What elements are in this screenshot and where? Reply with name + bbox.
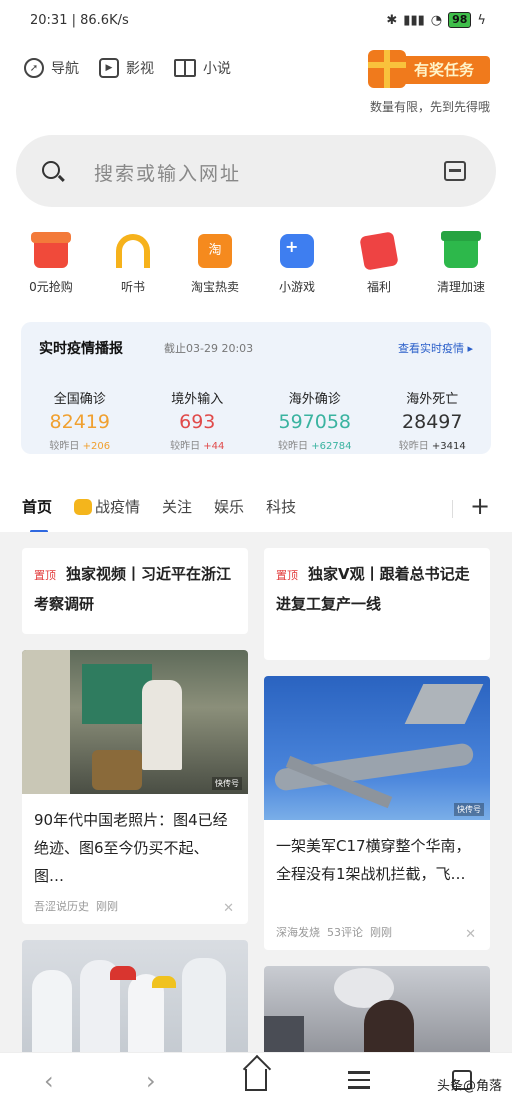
quick-item-welfare[interactable]: 福利: [338, 231, 420, 295]
tab-entertainment[interactable]: 娱乐: [214, 496, 244, 517]
scan-icon[interactable]: [444, 161, 466, 181]
menu-icon[interactable]: [348, 1071, 370, 1089]
hd-signal-icon: ▮▮▮: [403, 12, 425, 28]
watermark-brand: 头条@角落: [436, 1079, 502, 1094]
nav-video[interactable]: ▶ 影视: [99, 58, 154, 78]
channel-tabs: 首页 战疫情 关注 娱乐 科技: [22, 496, 296, 533]
add-channel-icon[interactable]: +: [470, 492, 490, 520]
stat-national-confirmed: 全国确诊 82419 较昨日 +206: [49, 392, 111, 452]
news-feed: 置顶 独家视频丨习近平在浙江考察调研 置顶 独家V观丨跟着总书记走进复工复产一线 快…: [0, 532, 512, 1052]
reward-task-button[interactable]: 有奖任务: [368, 50, 490, 88]
gift-icon: [368, 50, 406, 88]
card-meta: 深海发烧 53评论 刚刚: [276, 926, 392, 939]
pinned-badge: 置顶: [34, 569, 56, 582]
feed-card[interactable]: [264, 966, 490, 1052]
reward-subtitle: 数量有限，先到先得哦: [369, 100, 490, 114]
wifi-icon: ◔: [430, 12, 443, 28]
home-icon[interactable]: [245, 1069, 267, 1091]
book-icon: [174, 59, 196, 77]
tab-follow[interactable]: 关注: [162, 496, 192, 517]
battery-icon: 98: [448, 12, 472, 28]
feed-card[interactable]: 置顶 独家视频丨习近平在浙江考察调研: [22, 548, 248, 634]
top-nav: ➚ 导航 ▶ 影视 小说: [24, 58, 231, 78]
quick-item-cleanup[interactable]: 清理加速: [420, 231, 502, 295]
stat-overseas-confirmed: 海外确诊 597058 较昨日 +62784: [278, 392, 352, 452]
card-title: 90年代中国老照片：图4已经绝迹、图6至今仍买不起、图…: [34, 811, 228, 885]
back-button[interactable]: ‹: [44, 1067, 54, 1095]
bottom-toolbar: ‹ › 头条@角落: [0, 1052, 512, 1109]
search-bar[interactable]: 搜索或输入网址: [16, 135, 496, 207]
card-image: 快传号: [264, 676, 490, 820]
trash-icon: [441, 231, 481, 268]
quick-item-games[interactable]: 小游戏: [256, 234, 338, 295]
nav-guide[interactable]: ➚ 导航: [24, 58, 79, 78]
watermark: 快传号: [454, 803, 484, 816]
epidemic-more-link[interactable]: 查看实时疫情 ▸: [398, 340, 473, 356]
card-image: [264, 966, 490, 1052]
feed-card[interactable]: [22, 940, 248, 1052]
watermark: 快传号: [212, 777, 242, 790]
forward-button[interactable]: ›: [146, 1067, 156, 1095]
epidemic-card[interactable]: 实时疫情播报 截止03-29 20:03 查看实时疫情 ▸ 全国确诊 82419…: [21, 322, 491, 454]
close-icon[interactable]: ✕: [465, 927, 476, 942]
epidemic-date: 截止03-29 20:03: [164, 342, 254, 355]
status-bar: 20:31 | 86.6K/s ✱ ▮▮▮ ◔ 98 ϟ: [0, 0, 512, 42]
taobao-bag-icon: 淘: [198, 234, 232, 268]
feed-card[interactable]: 快传号 一架美军C17横穿整个华南，全程没有1架战机拦截，飞… 深海发烧 53评…: [264, 676, 490, 950]
card-meta: 吾涩说历史 刚刚: [34, 900, 118, 913]
card-title: 独家视频丨习近平在浙江考察调研: [34, 565, 232, 613]
shop-icon: [31, 232, 71, 268]
fist-icon: [74, 498, 93, 515]
tab-home[interactable]: 首页: [22, 496, 52, 533]
nav-novel[interactable]: 小说: [174, 58, 231, 78]
compass-icon: ➚: [24, 58, 44, 78]
card-image: 快传号: [22, 650, 248, 794]
feed-card[interactable]: 置顶 独家V观丨跟着总书记走进复工复产一线: [264, 548, 490, 660]
reward-label: 有奖任务: [398, 56, 490, 84]
card-title: 独家V观丨跟着总书记走进复工复产一线: [276, 565, 470, 613]
feed-card[interactable]: 快传号 90年代中国老照片：图4已经绝迹、图6至今仍买不起、图… 吾涩说历史 刚…: [22, 650, 248, 924]
card-image: [22, 940, 248, 1052]
quick-item-audiobook[interactable]: 听书: [92, 234, 174, 295]
status-time: 20:31 | 86.6K/s: [30, 13, 129, 28]
tab-fight-epidemic[interactable]: 战疫情: [74, 496, 140, 517]
quick-item-taobao[interactable]: 淘 淘宝热卖: [174, 234, 256, 295]
tab-tech[interactable]: 科技: [266, 496, 296, 517]
play-icon: ▶: [99, 58, 119, 78]
stat-imported: 境外输入 693 较昨日 +44: [170, 392, 225, 452]
quick-access: 0元抢购 听书 淘 淘宝热卖 小游戏 福利 清理加速: [10, 231, 502, 295]
search-icon: [42, 161, 60, 179]
bluetooth-icon: ✱: [386, 12, 398, 28]
stat-overseas-deaths: 海外死亡 28497 较昨日 +3414: [398, 392, 466, 452]
headphones-icon: [116, 234, 150, 268]
search-placeholder: 搜索或输入网址: [94, 163, 242, 185]
epidemic-title: 实时疫情播报: [39, 341, 123, 357]
pinned-badge: 置顶: [276, 569, 298, 582]
quick-item-free-buy[interactable]: 0元抢购: [10, 232, 92, 295]
close-icon[interactable]: ✕: [223, 901, 234, 916]
charging-icon: ϟ: [477, 12, 486, 28]
red-envelope-icon: [359, 231, 399, 271]
gamepad-icon: [280, 234, 314, 268]
card-title: 一架美军C17横穿整个华南，全程没有1架战机拦截，飞…: [276, 837, 471, 883]
tab-divider: [452, 500, 453, 518]
